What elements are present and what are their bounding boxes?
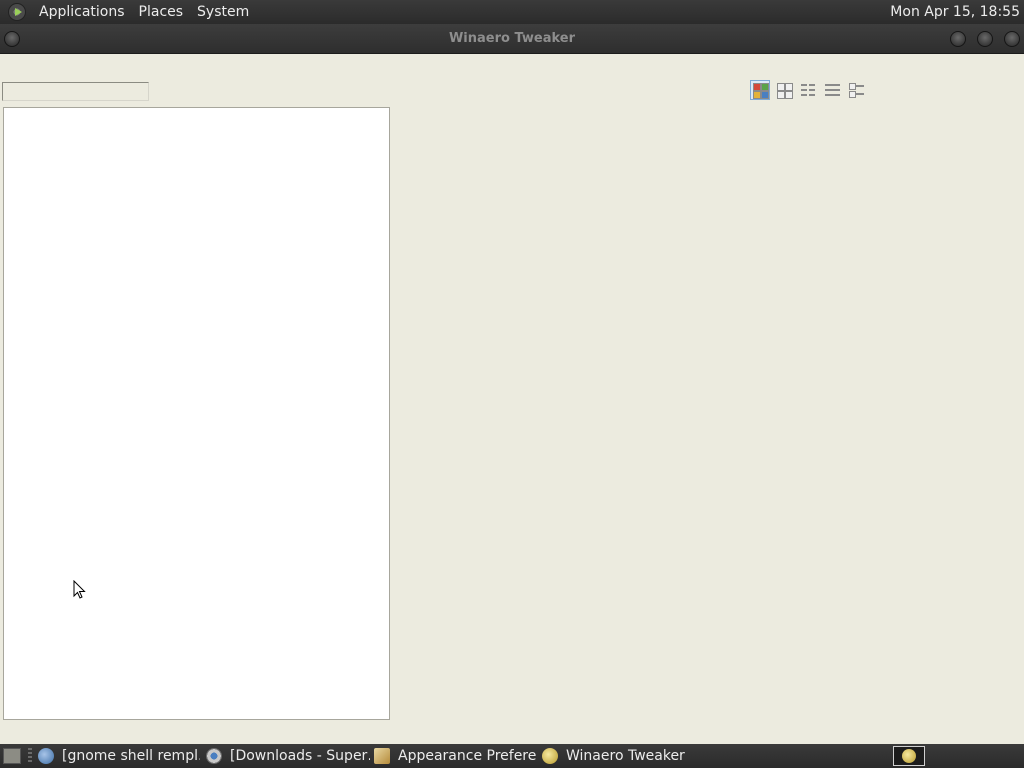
maximize-button[interactable] [977, 31, 993, 47]
workspace-switcher[interactable] [893, 746, 925, 766]
taskbar-item-downloads[interactable]: [Downloads - Super… [206, 744, 370, 768]
close-button[interactable] [1004, 31, 1020, 47]
panel-grip-handle[interactable] [28, 748, 32, 764]
view-icons-button[interactable] [774, 80, 794, 100]
taskbar-item-label: [gnome shell rempl… [62, 748, 200, 764]
system-menu[interactable]: System [190, 0, 256, 24]
view-tiles-button[interactable] [846, 80, 866, 100]
taskbar: [gnome shell rempl… [Downloads - Super… … [0, 744, 1024, 768]
view-details-button[interactable] [822, 80, 842, 100]
search-input[interactable] [2, 82, 149, 101]
mouse-pointer-icon [73, 580, 86, 599]
appearance-icon [374, 748, 390, 764]
taskbar-item-winaero-tweaker[interactable]: Winaero Tweaker [542, 744, 742, 768]
window-titlebar[interactable]: Winaero Tweaker [0, 24, 1024, 54]
clock[interactable]: Mon Apr 15, 18:55 [890, 4, 1024, 20]
view-list-button[interactable] [798, 80, 818, 100]
top-panel: Applications Places System Mon Apr 15, 1… [0, 0, 1024, 24]
globe-icon [38, 748, 54, 764]
category-tree[interactable] [3, 107, 390, 720]
taskbar-item-label: [Downloads - Super… [230, 748, 370, 764]
winaero-tray-icon [902, 749, 916, 763]
chromium-icon [206, 748, 222, 764]
minimize-button[interactable] [950, 31, 966, 47]
window-title: Winaero Tweaker [448, 31, 576, 46]
taskbar-item-appearance[interactable]: Appearance Prefere… [374, 744, 536, 768]
taskbar-item-label: Winaero Tweaker [566, 748, 685, 764]
taskbar-item-label: Appearance Prefere… [398, 748, 536, 764]
taskbar-item-gnome-shell[interactable]: [gnome shell rempl… [38, 744, 200, 768]
places-menu[interactable]: Places [132, 0, 191, 24]
show-desktop-icon[interactable] [3, 748, 21, 764]
view-mode-switcher [750, 80, 866, 100]
mint-menu-icon[interactable] [8, 3, 26, 21]
applications-menu[interactable]: Applications [32, 0, 132, 24]
winaero-icon [542, 748, 558, 764]
view-thumbnails-button[interactable] [750, 80, 770, 100]
